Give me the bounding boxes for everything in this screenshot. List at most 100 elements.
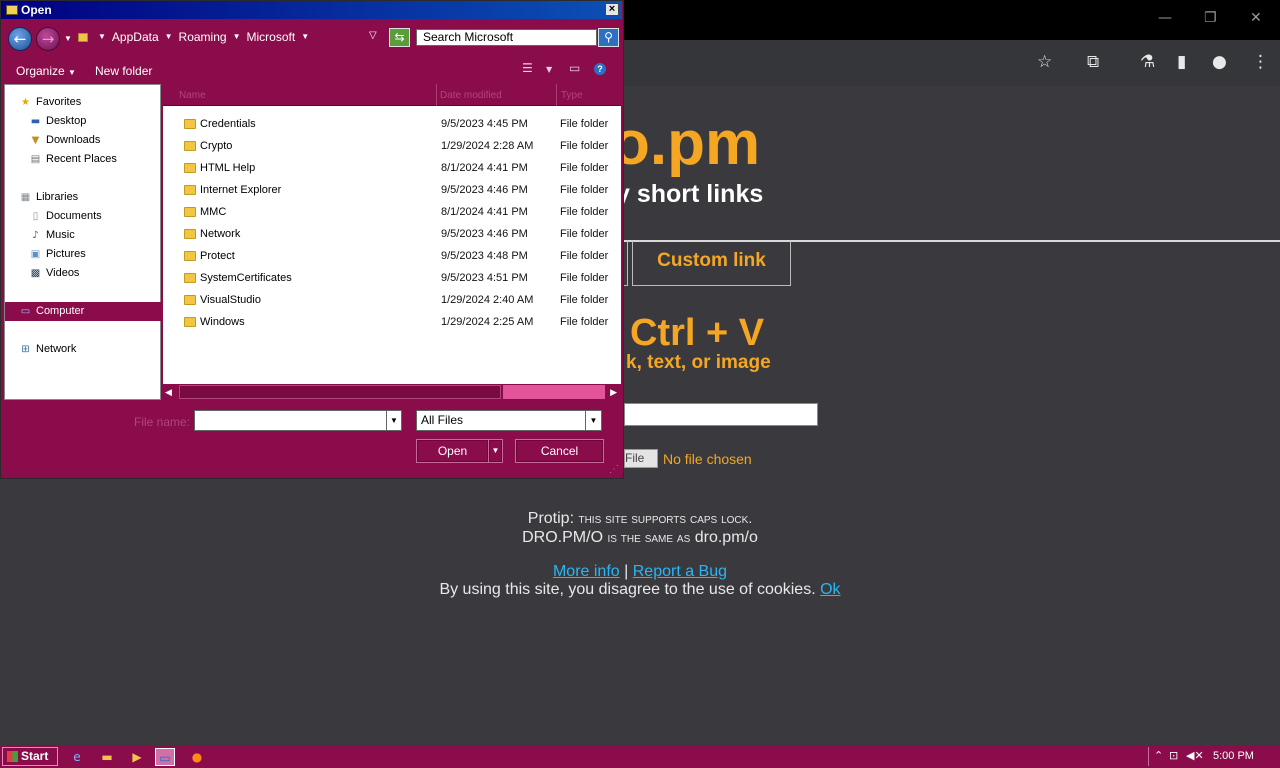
no-file-label: No file chosen (663, 451, 752, 467)
computer-icon: ▭ (20, 305, 31, 317)
open-window-icon[interactable]: ▭ (155, 748, 175, 766)
minimize-icon[interactable]: — (1158, 10, 1172, 26)
network-tray-icon[interactable]: ⊡ (1169, 749, 1178, 762)
history-dropdown-icon[interactable]: ▼ (64, 34, 72, 43)
file-row[interactable]: SystemCertificates 9/5/2023 4:51 PM File f… (164, 267, 620, 289)
column-divider[interactable] (436, 84, 437, 106)
start-button[interactable]: Start (2, 747, 58, 766)
nav-label: Network (36, 343, 77, 355)
chevron-down-icon[interactable]: ▼ (301, 29, 309, 45)
media-player-icon[interactable]: ▶ (127, 748, 147, 766)
file-row[interactable]: Crypto 1/29/2024 2:28 AM File folder (164, 135, 620, 157)
chevron-down-icon[interactable]: ▼ (546, 65, 552, 74)
nav-music[interactable]: ♪ Music (30, 229, 75, 241)
file-row[interactable]: Network 9/5/2023 4:46 PM File folder (164, 223, 620, 245)
show-hidden-icons-icon[interactable]: ⌃ (1154, 749, 1163, 762)
nav-videos[interactable]: ▩ Videos (30, 267, 80, 279)
scroll-left-icon[interactable]: ◀ (165, 387, 172, 398)
restore-icon[interactable]: ❐ (1204, 10, 1217, 26)
address-dropdown-icon[interactable]: ▽ (369, 30, 377, 41)
resize-grip-icon[interactable]: ⋰ (609, 464, 619, 475)
breadcrumb-item[interactable]: AppData (112, 29, 159, 45)
breadcrumb-item[interactable]: Roaming (179, 29, 227, 45)
bookmark-star-icon[interactable]: ☆ (1037, 52, 1052, 72)
protip-label: Protip: (527, 510, 575, 527)
close-window-icon[interactable]: ✕ (1250, 10, 1262, 26)
close-icon[interactable]: × (605, 3, 619, 16)
back-arrow-icon[interactable]: ← (8, 27, 32, 51)
file-row[interactable]: VisualStudio 1/29/2024 2:40 AM File folder (164, 289, 620, 311)
file-row[interactable]: HTML Help 8/1/2024 4:41 PM File folder (164, 157, 620, 179)
file-type: File folder (560, 250, 609, 262)
nav-label: Desktop (46, 115, 87, 127)
column-header-name[interactable]: Name (179, 90, 206, 101)
menu-kebab-icon[interactable]: ⋮ (1252, 52, 1269, 72)
file-row[interactable]: Windows 1/29/2024 2:25 AM File folder (164, 311, 620, 333)
chevron-down-icon[interactable]: ▼ (387, 410, 402, 431)
internet-explorer-icon[interactable]: e (67, 748, 87, 766)
profile-avatar-icon[interactable]: ● (1212, 52, 1227, 72)
chevron-down-icon[interactable]: ▼ (233, 29, 241, 45)
search-icon[interactable]: ⚲ (598, 28, 619, 47)
nav-label: Favorites (36, 96, 82, 108)
breadcrumb-item[interactable]: Microsoft (247, 29, 296, 45)
column-header-date[interactable]: Date modified (440, 90, 502, 101)
chevron-down-icon[interactable]: ▼ (165, 29, 173, 45)
nav-recent-places[interactable]: ▤ Recent Places (30, 153, 117, 165)
view-list-icon[interactable]: ☰ (522, 61, 533, 75)
scroll-right-icon[interactable]: ▶ (610, 387, 617, 398)
pictures-icon: ▣ (30, 248, 41, 260)
nav-label: Music (46, 229, 75, 241)
chevron-down-icon[interactable]: ▼ (98, 29, 106, 45)
search-input[interactable]: Search Microsoft (416, 29, 597, 46)
side-panel-icon[interactable]: ▮ (1177, 52, 1186, 72)
organize-button[interactable]: Organize ▼ (16, 64, 76, 78)
refresh-icon[interactable]: ⇆ (389, 28, 410, 47)
report-bug-link[interactable]: Report a Bug (633, 563, 727, 580)
open-options-dropdown-icon[interactable]: ▼ (488, 439, 503, 463)
nav-libraries[interactable]: ▦ Libraries (20, 191, 78, 203)
column-header-type[interactable]: Type (561, 90, 583, 101)
nav-desktop[interactable]: ▬ Desktop (30, 115, 87, 127)
file-row[interactable]: Internet Explorer 9/5/2023 4:46 PM File fo… (164, 179, 620, 201)
open-button[interactable]: Open (416, 439, 489, 463)
scrollbar-thumb[interactable] (179, 385, 501, 399)
file-row[interactable]: Credentials 9/5/2023 4:45 PM File folder (164, 113, 620, 135)
extensions-icon[interactable]: ⧉ (1087, 52, 1099, 72)
clock[interactable]: 5:00 PM (1213, 750, 1254, 762)
labs-flask-icon[interactable]: ⚗ (1140, 52, 1155, 72)
choose-file-button[interactable]: File (624, 449, 658, 468)
file-row[interactable]: Protect 9/5/2023 4:48 PM File folder (164, 245, 620, 267)
start-label: Start (21, 749, 49, 763)
column-divider[interactable] (556, 84, 557, 106)
nav-computer[interactable]: ▭ Computer (20, 305, 85, 317)
chevron-down-icon[interactable]: ▼ (586, 410, 602, 431)
file-explorer-icon[interactable]: ▬ (97, 748, 117, 766)
link-input[interactable] (624, 403, 818, 426)
dialog-title-bar: Open × (1, 1, 622, 19)
scrollbar-track[interactable] (503, 385, 605, 399)
nav-pictures[interactable]: ▣ Pictures (30, 248, 86, 260)
more-info-link[interactable]: More info (553, 563, 620, 580)
tab-custom-link[interactable]: Custom link (632, 241, 791, 286)
forward-arrow-icon[interactable]: → (36, 27, 60, 51)
help-icon[interactable]: ? (594, 63, 606, 75)
preview-pane-icon[interactable]: ▭ (569, 61, 580, 75)
breadcrumb[interactable]: ▼ AppData ▼ Roaming ▼ Microsoft ▼ (78, 28, 315, 46)
site-brand: o.pm (612, 109, 761, 178)
nav-favorites[interactable]: ★ Favorites (20, 96, 81, 108)
firefox-icon[interactable]: ● (187, 748, 207, 766)
file-name-field[interactable] (194, 410, 387, 431)
new-folder-button[interactable]: New folder (95, 64, 152, 78)
nav-documents[interactable]: ▯ Documents (30, 210, 102, 222)
nav-downloads[interactable]: ▼ Downloads (30, 134, 101, 146)
cookie-ok-link[interactable]: Ok (820, 581, 840, 598)
file-type: File folder (560, 162, 609, 174)
cancel-button[interactable]: Cancel (515, 439, 604, 463)
horizontal-scrollbar[interactable]: ◀ ▶ (163, 384, 621, 400)
volume-muted-icon[interactable]: ◀✕ (1186, 749, 1204, 762)
tab-upload[interactable] (624, 241, 628, 286)
nav-network[interactable]: ⊞ Network (20, 343, 76, 355)
file-type-select[interactable]: All Files (416, 410, 586, 431)
file-row[interactable]: MMC 8/1/2024 4:41 PM File folder (164, 201, 620, 223)
